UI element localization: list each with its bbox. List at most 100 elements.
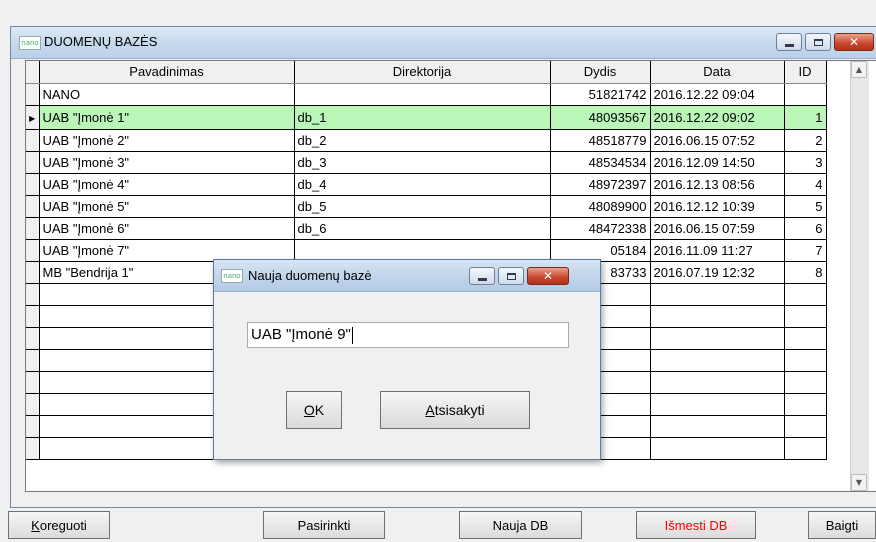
cancel-button[interactable]: Atsisakyti bbox=[380, 391, 530, 429]
row-indicator bbox=[26, 195, 40, 218]
cell-size: 48518779 bbox=[550, 129, 651, 152]
delete-db-button[interactable]: Išmesti DB bbox=[636, 511, 756, 539]
ok-label: K bbox=[314, 402, 325, 418]
table-header-row: Pavadinimas Direktorija Dydis Data ID bbox=[26, 61, 827, 84]
cell-size: 48534534 bbox=[550, 151, 651, 174]
table-row[interactable]: UAB "Įmonė 7" 05184 2016.11.09 11:27 7 bbox=[26, 239, 827, 262]
cell-id: 6 bbox=[784, 217, 827, 240]
cell-id: 5 bbox=[784, 195, 827, 218]
cell-id bbox=[784, 283, 827, 306]
row-indicator bbox=[26, 217, 40, 240]
new-db-button[interactable]: Nauja DB bbox=[459, 511, 582, 539]
cell-id: 8 bbox=[784, 261, 827, 284]
cell-name: UAB "Įmonė 6" bbox=[39, 217, 295, 240]
cell-directory: db_5 bbox=[294, 195, 551, 218]
cell-id bbox=[784, 437, 827, 460]
cell-date: 2016.07.19 12:32 bbox=[650, 261, 785, 284]
cell-date bbox=[650, 283, 785, 306]
edit-button[interactable]: Koreguoti bbox=[8, 511, 110, 539]
table-row[interactable]: NANO 51821742 2016.12.22 09:04 bbox=[26, 83, 827, 106]
text-caret bbox=[351, 326, 353, 344]
column-header-date[interactable]: Data bbox=[650, 61, 785, 84]
maximize-button[interactable] bbox=[805, 33, 831, 51]
delete-db-label: Išmesti DB bbox=[664, 517, 728, 533]
cell-size: 51821742 bbox=[550, 83, 651, 106]
table-row[interactable]: UAB "Įmonė 6" db_6 48472338 2016.06.15 07:5… bbox=[26, 217, 827, 240]
close-button[interactable]: ✕ bbox=[834, 33, 874, 51]
cell-name: UAB "Įmonė 4" bbox=[39, 173, 295, 196]
cell-date bbox=[650, 349, 785, 372]
row-indicator bbox=[26, 173, 40, 196]
cell-id bbox=[784, 371, 827, 394]
cell-directory: db_4 bbox=[294, 173, 551, 196]
nano-app-icon: nano bbox=[19, 36, 41, 50]
finish-label: Baigti bbox=[825, 517, 859, 533]
cell-date bbox=[650, 305, 785, 328]
column-header-directory[interactable]: Direktorija bbox=[294, 61, 551, 84]
row-indicator bbox=[26, 305, 40, 328]
cell-date bbox=[650, 327, 785, 350]
cell-date: 2016.06.15 07:52 bbox=[650, 129, 785, 152]
window-title: DUOMENŲ BAZĖS bbox=[44, 34, 158, 49]
cell-date bbox=[650, 415, 785, 438]
minimize-icon bbox=[477, 277, 487, 281]
input-value: UAB "Įmonė 9" bbox=[251, 326, 351, 343]
dialog-close-button[interactable]: ✕ bbox=[527, 267, 569, 285]
scroll-up-icon: ▲ bbox=[855, 65, 863, 74]
column-header-id[interactable]: ID bbox=[784, 61, 827, 84]
cell-size: 05184 bbox=[550, 239, 651, 262]
cell-date: 2016.12.22 09:02 bbox=[650, 105, 785, 130]
row-indicator bbox=[26, 261, 40, 284]
table-row[interactable]: UAB "Įmonė 4" db_4 48972397 2016.12.13 08:5… bbox=[26, 173, 827, 196]
close-icon: ✕ bbox=[848, 35, 860, 49]
minimize-button[interactable] bbox=[776, 33, 802, 51]
cell-name: UAB "Įmonė 1" bbox=[39, 105, 295, 130]
dialog-minimize-button[interactable] bbox=[469, 267, 495, 285]
table-row[interactable]: UAB "Įmonė 5" db_5 48089900 2016.12.12 10:3… bbox=[26, 195, 827, 218]
row-indicator bbox=[26, 283, 40, 306]
main-title-bar[interactable]: nano DUOMENŲ BAZĖS ✕ bbox=[11, 27, 876, 59]
table-row[interactable]: ▶ UAB "Įmonė 1" db_1 48093567 2016.12.22 09:… bbox=[26, 105, 827, 130]
cell-id: 3 bbox=[784, 151, 827, 174]
cell-size: 48472338 bbox=[550, 217, 651, 240]
finish-button[interactable]: Baigti bbox=[808, 511, 876, 539]
cell-directory: db_2 bbox=[294, 129, 551, 152]
row-indicator bbox=[26, 327, 40, 350]
cell-id bbox=[784, 305, 827, 328]
database-name-input[interactable]: UAB "Įmonė 9" bbox=[247, 322, 569, 348]
cell-id: 2 bbox=[784, 129, 827, 152]
cell-id bbox=[784, 327, 827, 350]
current-row-arrow-icon: ▶ bbox=[29, 113, 36, 123]
column-header-size[interactable]: Dydis bbox=[550, 61, 651, 84]
dialog-title-bar[interactable]: nano Nauja duomenų bazė ✕ bbox=[214, 260, 600, 292]
select-label: Pasirinkti bbox=[297, 517, 351, 533]
row-indicator bbox=[26, 83, 40, 106]
cell-date: 2016.12.09 14:50 bbox=[650, 151, 785, 174]
cell-date bbox=[650, 437, 785, 460]
dialog-maximize-button[interactable] bbox=[498, 267, 524, 285]
cancel-label: tsisakyti bbox=[434, 402, 485, 418]
select-button[interactable]: Pasirinkti bbox=[263, 511, 385, 539]
row-indicator: ▶ bbox=[26, 105, 40, 130]
row-indicator bbox=[26, 349, 40, 372]
cell-directory bbox=[294, 83, 551, 106]
table-row[interactable]: UAB "Įmonė 3" db_3 48534534 2016.12.09 14:5… bbox=[26, 151, 827, 174]
cell-name: UAB "Įmonė 7" bbox=[39, 239, 295, 262]
table-row[interactable]: UAB "Įmonė 2" db_2 48518779 2016.06.15 07:5… bbox=[26, 129, 827, 152]
edit-label: oreguoti bbox=[39, 517, 87, 533]
cell-name: UAB "Įmonė 5" bbox=[39, 195, 295, 218]
row-indicator bbox=[26, 371, 40, 394]
vertical-scrollbar[interactable]: ▲ ▼ bbox=[850, 61, 869, 491]
cell-date: 2016.06.15 07:59 bbox=[650, 217, 785, 240]
row-indicator bbox=[26, 151, 40, 174]
row-indicator bbox=[26, 129, 40, 152]
column-header-name[interactable]: Pavadinimas bbox=[39, 61, 295, 84]
ok-button[interactable]: OK bbox=[286, 391, 342, 429]
cancel-hotkey: A bbox=[425, 402, 435, 418]
cell-id: 7 bbox=[784, 239, 827, 262]
cell-directory: db_1 bbox=[294, 105, 551, 130]
maximize-icon bbox=[506, 272, 516, 280]
scroll-up-button[interactable]: ▲ bbox=[851, 61, 867, 78]
scroll-down-button[interactable]: ▼ bbox=[851, 474, 867, 491]
close-icon: ✕ bbox=[542, 269, 554, 283]
